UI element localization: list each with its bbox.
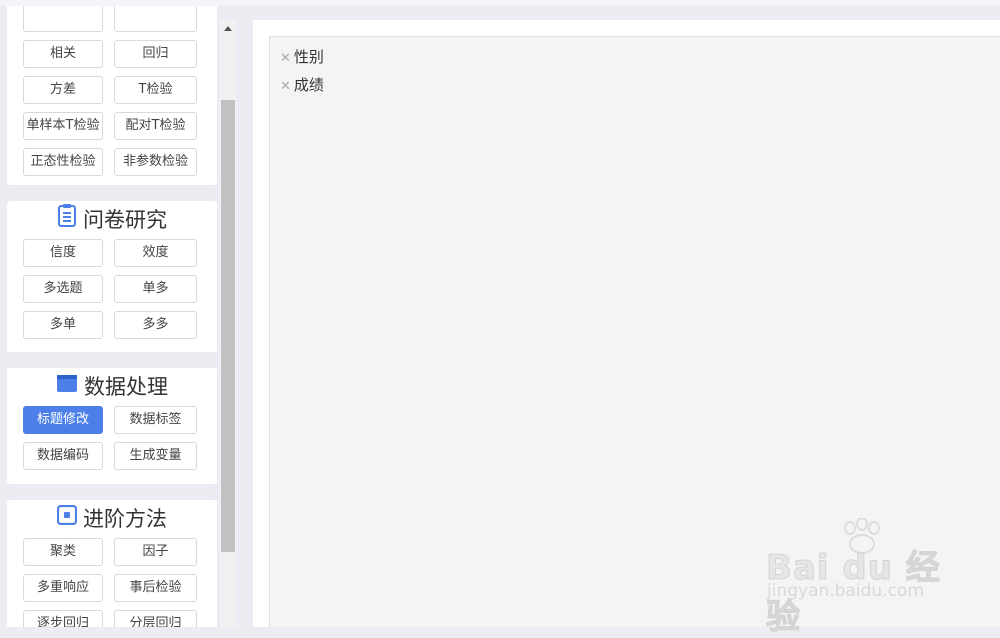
stepwise-regression-button[interactable]: 逐步回归 bbox=[23, 610, 103, 627]
validity-button[interactable]: 效度 bbox=[114, 239, 197, 267]
questionnaire-card: 问卷研究 信度 效度 多选题 单多 多单 多多 bbox=[7, 201, 217, 352]
baidu-watermark: Bai du 经验 jingyan.baidu.com bbox=[766, 518, 966, 638]
data-encoding-button[interactable]: 数据编码 bbox=[23, 442, 103, 470]
questionnaire-title: 问卷研究 bbox=[7, 203, 217, 235]
advanced-methods-title: 进阶方法 bbox=[7, 504, 217, 534]
multiple-response-button[interactable]: 多重响应 bbox=[23, 574, 103, 602]
folder-icon bbox=[56, 371, 78, 401]
target-icon bbox=[56, 503, 78, 533]
multi-single-button[interactable]: 多单 bbox=[23, 311, 103, 339]
clustering-button[interactable]: 聚类 bbox=[23, 538, 103, 566]
clipboard-icon bbox=[57, 203, 77, 235]
paired-t-test-button[interactable]: 配对T检验 bbox=[114, 112, 197, 140]
variable-name: 成绩 bbox=[293, 76, 324, 94]
method-sidebar: 相关 回归 方差 T检验 单样本T检验 配对T检验 正态性检验 非参数检验 问卷… bbox=[0, 6, 220, 627]
close-icon[interactable]: ✕ bbox=[280, 51, 291, 66]
method-button-hidden-2[interactable] bbox=[114, 6, 197, 32]
correlation-button[interactable]: 相关 bbox=[23, 40, 103, 68]
advanced-methods-card: 进阶方法 聚类 因子 多重响应 事后检验 逐步回归 分层回归 bbox=[7, 500, 217, 627]
sidebar-scroll-thumb[interactable] bbox=[221, 100, 235, 552]
watermark-url: jingyan.baidu.com bbox=[767, 581, 924, 601]
close-icon[interactable]: ✕ bbox=[280, 79, 291, 94]
multi-multi-button[interactable]: 多多 bbox=[114, 311, 197, 339]
hierarchical-regression-button[interactable]: 分层回归 bbox=[114, 610, 197, 627]
post-hoc-test-button[interactable]: 事后检验 bbox=[114, 574, 197, 602]
scroll-up-arrow-icon[interactable] bbox=[224, 26, 232, 31]
variable-name: 性别 bbox=[293, 48, 324, 66]
normality-test-button[interactable]: 正态性检验 bbox=[23, 148, 103, 176]
basic-stats-card: 相关 回归 方差 T检验 单样本T检验 配对T检验 正态性检验 非参数检验 bbox=[7, 6, 217, 185]
data-processing-title: 数据处理 bbox=[7, 372, 217, 402]
multiple-choice-button[interactable]: 多选题 bbox=[23, 275, 103, 303]
advanced-methods-title-text: 进阶方法 bbox=[83, 507, 167, 531]
rename-title-button[interactable]: 标题修改 bbox=[23, 406, 103, 434]
regression-button[interactable]: 回归 bbox=[114, 40, 197, 68]
single-multi-button[interactable]: 单多 bbox=[114, 275, 197, 303]
anova-button[interactable]: 方差 bbox=[23, 76, 103, 104]
data-label-button[interactable]: 数据标签 bbox=[114, 406, 197, 434]
t-test-button[interactable]: T检验 bbox=[114, 76, 197, 104]
factor-button[interactable]: 因子 bbox=[114, 538, 197, 566]
questionnaire-title-text: 问卷研究 bbox=[83, 208, 167, 232]
variable-item[interactable]: ✕ 性别 bbox=[280, 47, 324, 67]
data-processing-title-text: 数据处理 bbox=[84, 375, 168, 399]
reliability-button[interactable]: 信度 bbox=[23, 239, 103, 267]
variable-item[interactable]: ✕ 成绩 bbox=[280, 75, 324, 95]
generate-variable-button[interactable]: 生成变量 bbox=[114, 442, 197, 470]
data-processing-card: 数据处理 标题修改 数据标签 数据编码 生成变量 bbox=[7, 368, 217, 484]
one-sample-t-test-button[interactable]: 单样本T检验 bbox=[23, 112, 103, 140]
method-button-hidden-1[interactable] bbox=[23, 6, 103, 32]
nonparametric-test-button[interactable]: 非参数检验 bbox=[114, 148, 197, 176]
